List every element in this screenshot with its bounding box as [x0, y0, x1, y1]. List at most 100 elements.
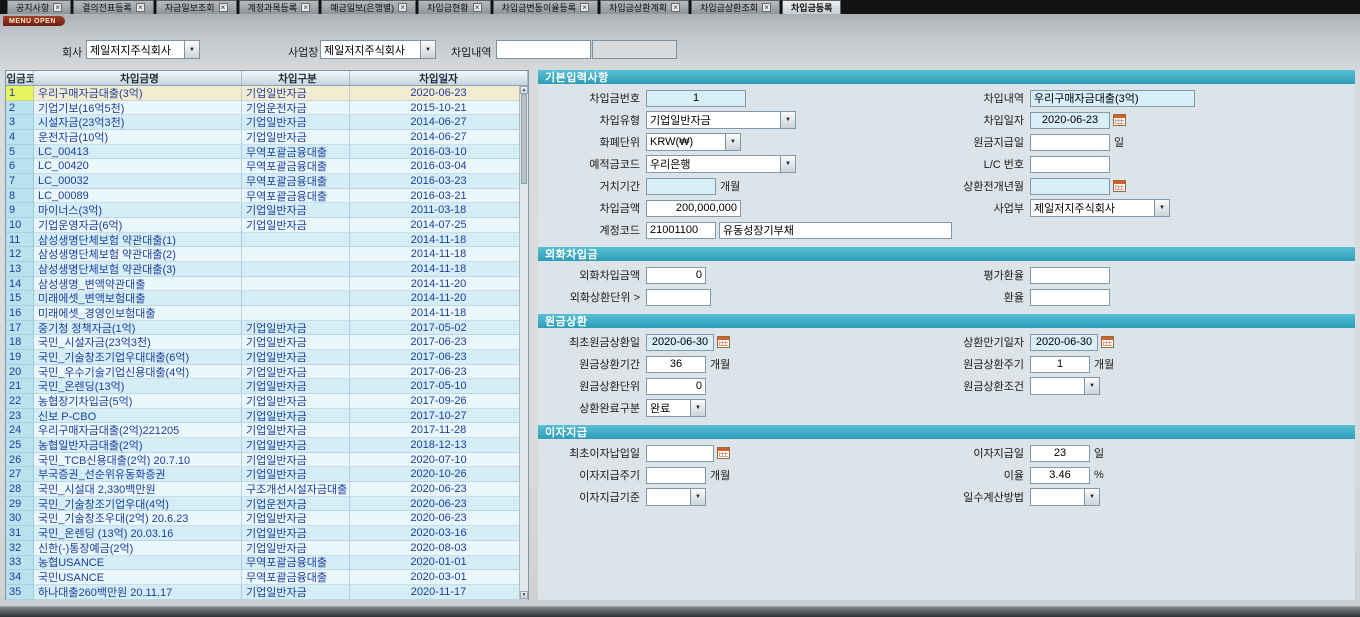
table-row[interactable]: 8 LC_00089 무역포괄금융대출 2016-03-21 [6, 189, 528, 204]
table-row[interactable]: 16 미래에셋_경영인보험대출 2014-11-18 [6, 306, 528, 321]
table-row[interactable]: 11 삼성생명단체보험 약관대출(1) 2014-11-18 [6, 233, 528, 248]
interest-basis-select[interactable]: ▼ [646, 488, 706, 506]
chevron-down-icon[interactable]: ▼ [420, 41, 435, 58]
table-row[interactable]: 5 LC_00413 무역포괄금융대출 2016-03-10 [6, 145, 528, 160]
table-row[interactable]: 22 농협장기차입금(5억) 기업일반자금 2017-09-26 [6, 394, 528, 409]
exchange-rate-field[interactable] [1030, 289, 1110, 306]
chevron-down-icon[interactable]: ▼ [780, 112, 795, 128]
scroll-up-icon[interactable]: ▲ [520, 86, 528, 94]
table-row[interactable]: 33 농협USANCE 무역포괄금융대출 2020-01-01 [6, 556, 528, 571]
chevron-down-icon[interactable]: ▼ [690, 400, 705, 416]
calendar-icon[interactable] [1113, 114, 1126, 126]
table-row[interactable]: 27 부국증권_선순위유동화증권 기업일반자금 2020-10-26 [6, 467, 528, 482]
col-loan-code[interactable]: 차입금코드 [6, 71, 34, 85]
site-select[interactable]: 제일저지주식회사 ▼ [320, 40, 436, 59]
account-code-field[interactable]: 21001100 [646, 222, 716, 239]
close-icon[interactable]: × [398, 3, 407, 12]
lc-number-field[interactable] [1030, 156, 1110, 173]
close-icon[interactable]: × [301, 3, 310, 12]
table-row[interactable]: 28 국민_시설대 2,330백만원 구조개선시설자금대출 2020-06-23 [6, 482, 528, 497]
close-icon[interactable]: × [53, 3, 62, 12]
chevron-down-icon[interactable]: ▼ [1154, 200, 1169, 216]
interest-rate-field[interactable]: 3.46 [1030, 467, 1090, 484]
calendar-icon[interactable] [1101, 336, 1114, 348]
tab[interactable]: 계정과목등록 × [239, 0, 320, 14]
loan-number-field[interactable]: 1 [646, 90, 746, 107]
table-row[interactable]: 13 삼성생명단체보험 약관대출(3) 2014-11-18 [6, 262, 528, 277]
table-row[interactable]: 15 미래에셋_변액보험대출 2014-11-20 [6, 291, 528, 306]
grace-period-field[interactable] [646, 178, 716, 195]
table-row[interactable]: 26 국민_TCB신용대출(2억) 20.7.10 기업일반자금 2020-07… [6, 453, 528, 468]
day-count-method-select[interactable]: ▼ [1030, 488, 1100, 506]
fx-repay-unit-field[interactable] [646, 289, 711, 306]
tab[interactable]: 자금일보조회 × [156, 0, 237, 14]
table-row[interactable]: 2 기업기보(16억5천) 기업운전자금 2015-10-21 [6, 101, 528, 116]
table-row[interactable]: 3 시설자금(23억3천) 기업일반자금 2014-06-27 [6, 115, 528, 130]
loan-amount-field[interactable]: 200,000,000 [646, 200, 741, 217]
close-icon[interactable]: × [473, 3, 482, 12]
chevron-down-icon[interactable]: ▼ [184, 41, 199, 58]
maturity-date-field[interactable]: 2020-06-30 [1030, 334, 1098, 351]
col-loan-date[interactable]: 차입일자 [350, 71, 528, 85]
table-row[interactable]: 4 운전자금(10억) 기업일반자금 2014-06-27 [6, 130, 528, 145]
table-row[interactable]: 17 중기청 정책자금(1억) 기업일반자금 2017-05-02 [6, 321, 528, 336]
close-icon[interactable]: × [219, 3, 228, 12]
calendar-icon[interactable] [1113, 180, 1126, 192]
repay-complete-select[interactable]: 완료 ▼ [646, 399, 706, 417]
table-row[interactable]: 9 마이너스(3억) 기업일반자금 2011-03-18 [6, 203, 528, 218]
calendar-icon[interactable] [717, 447, 730, 459]
loan-type-select[interactable]: 기업일반자금 ▼ [646, 111, 796, 129]
table-row[interactable]: 34 국민USANCE 무역포괄금융대출 2020-03-01 [6, 570, 528, 585]
table-row[interactable]: 12 삼성생명단체보험 약관대출(2) 2014-11-18 [6, 247, 528, 262]
scrollbar-thumb[interactable] [521, 94, 527, 184]
tab[interactable]: 차입금현황 × [418, 0, 490, 14]
tab[interactable]: 예금일보(은행별) × [321, 0, 416, 14]
chevron-down-icon[interactable]: ▼ [780, 156, 795, 172]
col-loan-type[interactable]: 차입구분 [242, 71, 350, 85]
close-icon[interactable]: × [671, 3, 680, 12]
chevron-down-icon[interactable]: ▼ [690, 489, 705, 505]
principal-repay-condition-select[interactable]: ▼ [1030, 377, 1100, 395]
table-row[interactable]: 19 국민_기술창조기업우대대출(6억) 기업일반자금 2017-06-23 [6, 350, 528, 365]
table-row[interactable]: 30 국민_기술창조우대(2억) 20.6.23 기업일반자금 2020-06-… [6, 511, 528, 526]
currency-select[interactable]: KRW(₩) ▼ [646, 133, 741, 151]
principal-pay-day-field[interactable] [1030, 134, 1110, 151]
table-row[interactable]: 31 국민_온렌딩 (13억) 20.03.16 기업일반자금 2020-03-… [6, 526, 528, 541]
tab[interactable]: 차입금변동이율등록 × [493, 0, 599, 14]
table-row[interactable]: 32 신한(-)통장예금(2억) 기업일반자금 2020-08-03 [6, 541, 528, 556]
interest-pay-day-field[interactable]: 23 [1030, 445, 1090, 462]
table-row[interactable]: 10 기업운영자금(6억) 기업일반자금 2014-07-25 [6, 218, 528, 233]
table-row[interactable]: 1 우리구매자금대출(3억) 기업일반자금 2020-06-23 [6, 86, 528, 101]
close-icon[interactable]: × [136, 3, 145, 12]
first-principal-repay-date-field[interactable]: 2020-06-30 [646, 334, 714, 351]
tab[interactable]: 차입금등록 [782, 0, 841, 14]
chevron-down-icon[interactable]: ▼ [1084, 378, 1099, 394]
loan-date-field[interactable]: 2020-06-23 [1030, 112, 1110, 129]
table-row[interactable]: 23 신보 P-CBO 기업일반자금 2017-10-27 [6, 409, 528, 424]
interest-pay-cycle-field[interactable] [646, 467, 706, 484]
table-row[interactable]: 29 국민_기술창조기업우대(4억) 기업운전자금 2020-06-23 [6, 497, 528, 512]
chevron-down-icon[interactable]: ▼ [725, 134, 740, 150]
table-row[interactable]: 21 국민_온렌딩(13억) 기업일반자금 2017-05-10 [6, 379, 528, 394]
eval-exchange-rate-field[interactable] [1030, 267, 1110, 284]
col-loan-name[interactable]: 차입금명 [34, 71, 242, 85]
deposit-code-select[interactable]: 우리은행 ▼ [646, 155, 796, 173]
table-row[interactable]: 7 LC_00032 무역포괄금융대출 2016-03-23 [6, 174, 528, 189]
close-icon[interactable]: × [580, 3, 589, 12]
menu-open-button[interactable]: MENU OPEN [3, 16, 65, 26]
division-select[interactable]: 제일저지주식회사 ▼ [1030, 199, 1170, 217]
principal-repay-cycle-field[interactable]: 1 [1030, 356, 1090, 373]
table-row[interactable]: 6 LC_00420 무역포괄금융대출 2016-03-04 [6, 159, 528, 174]
company-select[interactable]: 제일저지주식회사 ▼ [86, 40, 200, 59]
principal-repay-period-field[interactable]: 36 [646, 356, 706, 373]
table-scrollbar[interactable]: ▲ ▼ [519, 86, 528, 599]
repay-extend-ym-field[interactable] [1030, 178, 1110, 195]
loan-desc-filter-input[interactable] [496, 40, 591, 59]
tab[interactable]: 공지사항 × [7, 0, 71, 14]
tab[interactable]: 결의전표등록 × [73, 0, 154, 14]
table-row[interactable]: 18 국민_시설자금(23억3천) 기업일반자금 2017-06-23 [6, 335, 528, 350]
table-row[interactable]: 20 국민_우수기술기업신용대출(4억) 기업일반자금 2017-06-23 [6, 365, 528, 380]
principal-repay-unit-field[interactable]: 0 [646, 378, 706, 395]
tab[interactable]: 차입금상환조회 × [691, 0, 780, 14]
scroll-down-icon[interactable]: ▼ [520, 591, 528, 599]
